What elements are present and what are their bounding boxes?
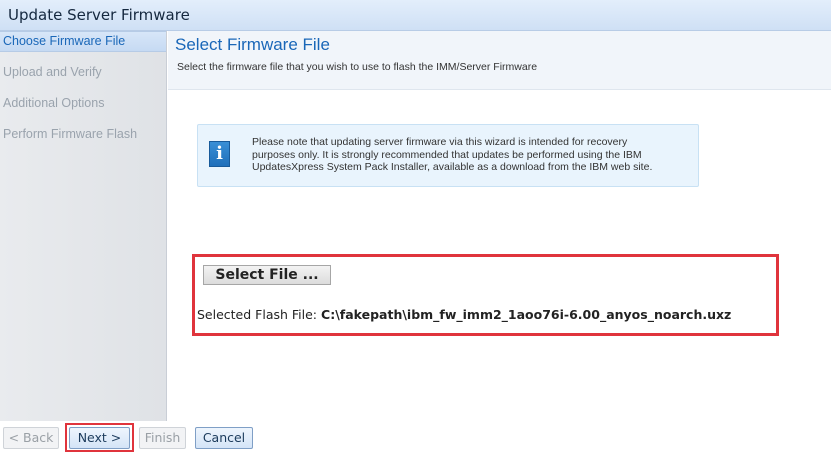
finish-button[interactable]: Finish	[139, 427, 186, 449]
step-additional-options: Additional Options	[3, 96, 105, 110]
page-title: Select Firmware File	[175, 35, 330, 54]
selected-flash-file-path: C:\fakepath\ibm_fw_imm2_1aoo76i-6.00_any…	[321, 307, 732, 322]
recovery-note-text: Please note that updating server firmwar…	[252, 136, 692, 174]
note-line: purposes only. It is strongly recommende…	[252, 148, 642, 161]
next-button[interactable]: Next >	[69, 427, 130, 449]
select-file-button[interactable]: Select File ...	[203, 265, 331, 285]
selected-flash-file: Selected Flash File: C:\fakepath\ibm_fw_…	[197, 307, 731, 322]
content-header: Select Firmware File Select the firmware…	[168, 31, 831, 90]
step-choose-firmware-file[interactable]: Choose Firmware File	[0, 31, 166, 52]
cancel-button[interactable]: Cancel	[195, 427, 253, 449]
wizard-content: Select Firmware File Select the firmware…	[168, 31, 831, 421]
file-selection-highlight: Select File ... Selected Flash File: C:\…	[192, 254, 779, 336]
recovery-note-box: i Please note that updating server firmw…	[197, 124, 699, 187]
wizard-steps-sidebar: Choose Firmware File Upload and Verify A…	[0, 31, 167, 421]
step-upload-and-verify: Upload and Verify	[3, 65, 102, 79]
page-subtitle: Select the firmware file that you wish t…	[177, 61, 538, 73]
wizard-footer: < Back Next > Finish Cancel	[0, 421, 831, 452]
back-button[interactable]: < Back	[3, 427, 59, 449]
step-perform-firmware-flash: Perform Firmware Flash	[3, 127, 138, 141]
note-line: Please note that updating server firmwar…	[252, 136, 628, 148]
window-title: Update Server Firmware	[0, 0, 831, 31]
note-line: UpdatesXpress System Pack Installer, ava…	[252, 161, 653, 173]
selected-flash-file-label: Selected Flash File:	[197, 307, 318, 322]
info-icon: i	[209, 141, 230, 167]
